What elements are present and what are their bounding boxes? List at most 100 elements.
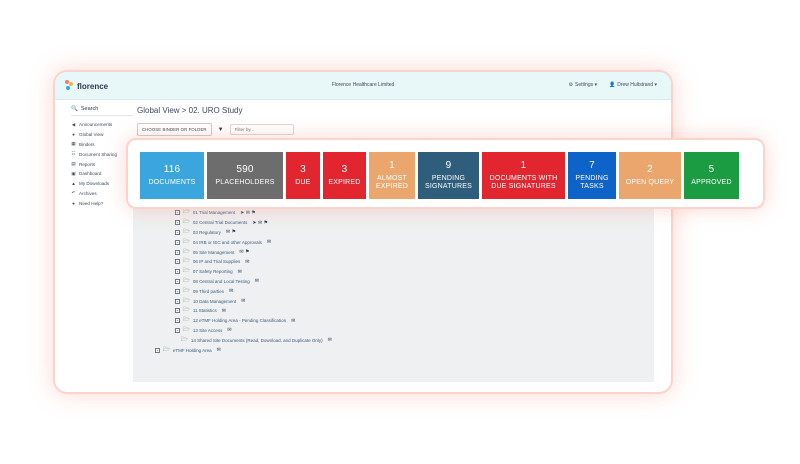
sidebar-item-archives[interactable]: ↶ Archives — [71, 189, 133, 199]
sidebar-item-global-view[interactable]: ● Global View — [71, 130, 133, 140]
folder-label[interactable]: 09 Third parties — [193, 289, 224, 294]
stat-tile-pending-signatures[interactable]: 9 PENDING SIGNATURES — [418, 152, 479, 199]
folder-label[interactable]: 11 Statistics — [193, 308, 217, 313]
stat-tile-almost-expired[interactable]: 1 ALMOST EXPIRED — [369, 152, 415, 199]
folder-label[interactable]: 14 Shared Site Documents (Read, Download… — [191, 338, 323, 343]
expand-icon[interactable]: + — [175, 288, 180, 294]
tree-row[interactable]: + 🗁 03 Regulatory ✉ ⚑ — [175, 228, 332, 238]
tree-row[interactable]: + 🗁 eTMF Holding Area ✉ — [155, 345, 332, 355]
expand-icon[interactable]: + — [175, 210, 180, 216]
tree-row[interactable]: + 🗁 08 Central and Local Testing ✉ — [175, 277, 332, 287]
folder-icon: 🗁 — [183, 317, 190, 324]
folder-label[interactable]: 04 IRB or IEC and other Approvals — [193, 240, 262, 245]
tree-row[interactable]: + 🗁 02 Central Trial Documents ➤ ✉ ⚑ — [175, 218, 332, 228]
folder-status-icons: ✉ — [245, 258, 250, 265]
sidebar-search[interactable]: 🔍 Search — [71, 106, 133, 116]
folder-icon: 🗁 — [183, 326, 190, 333]
stat-count: 5 — [708, 164, 715, 175]
stat-tile-open-query[interactable]: 2 OPEN QUERY — [619, 152, 681, 199]
folder-status-icons: ✉ — [266, 239, 272, 246]
folder-label[interactable]: 02 Central Trial Documents — [193, 220, 248, 225]
tree-row[interactable]: + 🗁 05 Site Management ✉ ⚑ — [175, 247, 332, 257]
stat-count: 2 — [647, 164, 653, 175]
expand-icon[interactable]: + — [175, 239, 180, 245]
sidebar-items: ◀ Announcements ● Global View ▦ Binders ☷ Docum… — [71, 120, 133, 208]
folder-label[interactable]: 12 eTMF Holding Area - Pending Classific… — [193, 318, 286, 323]
downloads-icon: ▲ — [71, 181, 76, 187]
folder-label[interactable]: 10 Data Management — [193, 299, 236, 304]
folder-icon: 🗁 — [183, 287, 190, 294]
stat-label: DOCUMENTS — [148, 179, 196, 186]
expand-icon[interactable]: + — [175, 298, 180, 304]
filter-input[interactable] — [229, 124, 294, 135]
dashboard-icon: ▣ — [71, 170, 76, 176]
sidebar-item-need-help[interactable]: ● Need Help? — [71, 198, 133, 208]
folder-status-icons: ➤ ✉ ⚑ — [252, 219, 268, 226]
folder-status-icons: ✉ — [291, 317, 296, 324]
expand-icon[interactable]: + — [175, 269, 180, 275]
folder-label[interactable]: 07 Safety Reporting — [193, 269, 233, 274]
folder-label[interactable]: 08 Central and Local Testing — [193, 279, 250, 284]
sidebar-item-my-downloads[interactable]: ▲ My Downloads — [71, 179, 133, 189]
folder-icon: 🗁 — [183, 307, 190, 314]
stat-tile-expired[interactable]: 3 EXPIRED — [323, 152, 366, 199]
stat-tile-placeholders[interactable]: 590 PLACEHOLDERS — [207, 152, 283, 199]
sidebar-item-dashboard[interactable]: ▣ Dashboard — [71, 169, 133, 179]
expand-icon[interactable]: + — [175, 249, 180, 255]
expand-icon[interactable]: + — [175, 229, 180, 235]
tree-row[interactable]: + 🗁 01 Trial Management ➤ ✉ ⚑ — [175, 208, 332, 218]
expand-icon[interactable]: + — [175, 318, 180, 324]
stat-tile-documents[interactable]: 116 DOCUMENTS — [140, 152, 204, 199]
folder-label[interactable]: 06 IP and Trial Supplies — [193, 259, 240, 264]
stat-tile-due[interactable]: 3 DUE — [286, 152, 320, 199]
sidebar-item-label: Announcements — [79, 122, 113, 128]
reports-icon: ▤ — [71, 161, 76, 167]
sidebar-search-label: Search — [80, 106, 99, 112]
settings-menu[interactable]: ⚙ Settings ▾ — [569, 82, 597, 88]
tree-row[interactable]: + 🗁 07 Safety Reporting ✉ — [175, 267, 332, 277]
sidebar-item-binders[interactable]: ▦ Binders — [71, 140, 133, 150]
folder-label[interactable]: 03 Regulatory — [193, 230, 221, 235]
stat-tile-pending-tasks[interactable]: 7 PENDING TASKS — [568, 152, 616, 199]
expand-icon[interactable]: + — [175, 259, 180, 265]
folder-label[interactable]: 13 Site Access — [193, 328, 223, 333]
tree-row[interactable]: 🗁 14 Shared Site Documents (Read, Downloa… — [181, 335, 332, 345]
stats-tiles: 116 DOCUMENTS 590 PLACEHOLDERS 3 DUE 3 EXPIRED 1… — [140, 152, 739, 199]
tree-row[interactable]: + 🗁 04 IRB or IEC and other Approvals ✉ — [175, 237, 332, 247]
expand-icon[interactable]: + — [175, 278, 180, 284]
expand-icon[interactable]: + — [175, 308, 180, 314]
tree-row[interactable]: + 🗁 10 Data Management ✉ — [175, 296, 332, 306]
expand-icon[interactable]: + — [175, 220, 180, 226]
stat-label: PLACEHOLDERS — [215, 179, 275, 186]
top-right-menu: ⚙ Settings ▾ 👤 Drew Hultstrand ▾ — [569, 82, 657, 88]
sidebar-item-reports[interactable]: ▤ Reports — [71, 159, 133, 169]
user-menu[interactable]: 👤 Drew Hultstrand ▾ — [609, 82, 657, 88]
expand-icon[interactable]: + — [175, 327, 180, 333]
tree-row[interactable]: + 🗁 11 Statistics ✉ — [175, 306, 332, 316]
sidebar-item-document-sharing[interactable]: ☷ Document Sharing — [71, 149, 133, 159]
folder-label[interactable]: 05 Site Management — [193, 250, 235, 255]
folder-status-icons: ✉ — [229, 288, 234, 295]
stat-label: EXPIRED — [328, 179, 361, 186]
tree-row[interactable]: + 🗁 12 eTMF Holding Area - Pending Classif… — [175, 316, 332, 326]
stat-tile-docs-due-signatures[interactable]: 1 DOCUMENTS WITH DUE SIGNATURES — [482, 152, 565, 199]
tree-row[interactable]: + 🗁 13 Site Access ✉ — [175, 326, 332, 336]
stat-label: OPEN QUERY — [625, 179, 675, 186]
expand-icon[interactable]: + — [155, 347, 160, 353]
sidebar-item-announcements[interactable]: ◀ Announcements — [71, 120, 133, 130]
filter-icon[interactable]: ▼ — [218, 127, 224, 133]
tree-row[interactable]: + 🗁 06 IP and Trial Supplies ✉ — [175, 257, 332, 267]
folder-status-icons: ✉ — [241, 298, 246, 305]
sidebar: 🔍 Search ◀ Announcements ● Global View ▦ Bind… — [71, 106, 133, 208]
stat-count: 116 — [163, 164, 181, 175]
folder-label[interactable]: 01 Trial Management — [193, 210, 235, 215]
stat-label: DOCUMENTS WITH DUE SIGNATURES — [489, 175, 558, 190]
folder-status-icons: ✉ — [221, 307, 226, 314]
stat-tile-approved[interactable]: 5 APPROVED — [684, 152, 739, 199]
folder-label[interactable]: eTMF Holding Area — [173, 348, 212, 353]
folder-status-icons: ➤ ✉ ⚑ — [240, 209, 256, 216]
stat-label: PENDING TASKS — [575, 175, 609, 190]
choose-binder-button[interactable]: CHOOSE BINDER OR FOLDER — [137, 123, 212, 136]
tree-row[interactable]: + 🗁 09 Third parties ✉ — [175, 286, 332, 296]
folder-icon: 🗁 — [183, 258, 190, 265]
